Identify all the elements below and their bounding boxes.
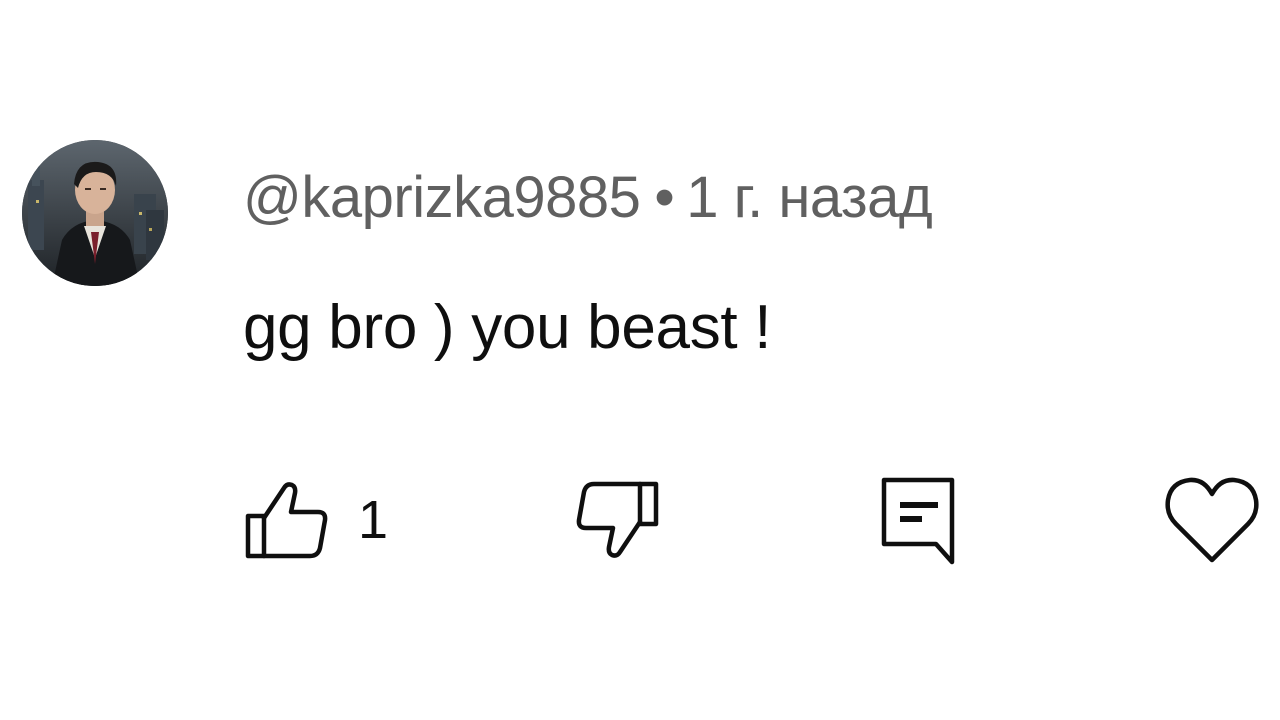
reply-comment-icon: [881, 477, 955, 565]
avatar-image: [22, 140, 168, 286]
reply-button[interactable]: [876, 470, 962, 566]
author-name[interactable]: @kaprizka9885: [243, 165, 641, 230]
comment-time[interactable]: 1 г. назад: [686, 165, 933, 230]
heart-button[interactable]: [1162, 468, 1262, 568]
avatar[interactable]: [22, 140, 168, 286]
thumbs-up-icon: [245, 482, 328, 559]
thumbs-down-icon: [576, 481, 659, 558]
like-count: 1: [358, 490, 389, 550]
like-button[interactable]: 1: [240, 476, 388, 564]
comment-text: gg bro ) you beast !: [243, 293, 772, 362]
meta-separator: •: [654, 165, 675, 230]
dislike-button[interactable]: [574, 476, 664, 564]
comment-item: @kaprizka9885 • 1 г. назад gg bro ) you be…: [0, 0, 1280, 720]
comment-meta: @kaprizka9885 • 1 г. назад: [243, 158, 933, 238]
heart-outline-icon: [1165, 477, 1259, 563]
